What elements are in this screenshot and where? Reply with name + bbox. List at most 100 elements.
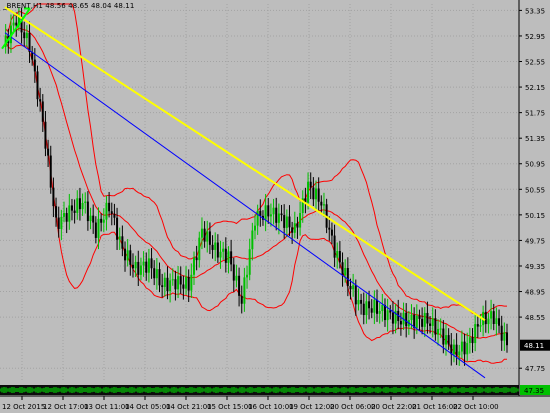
candle-body — [264, 205, 267, 220]
candle-body — [277, 213, 280, 223]
candle-body — [322, 204, 325, 206]
candle-body — [206, 231, 209, 242]
candle-body — [479, 325, 482, 327]
candle-body — [28, 32, 31, 53]
candle-body — [357, 299, 360, 305]
candle-body — [70, 205, 73, 211]
candle-body — [97, 218, 100, 238]
candle-body — [52, 187, 55, 207]
candle-body — [227, 251, 230, 263]
candle-body — [293, 223, 296, 233]
indicator-strip — [0, 385, 519, 395]
price-tick-label: 48.55 — [525, 314, 545, 322]
candle-body — [275, 207, 278, 223]
candle-body — [291, 227, 294, 233]
candle-body — [376, 299, 379, 314]
candle-body — [47, 148, 50, 156]
candle-body — [163, 277, 166, 287]
price-axis: 53.35 52.95 52.55 52.15 51.75 51.35 50.95 50.55… — [518, 0, 550, 396]
candle-body — [256, 210, 259, 226]
candle-body — [429, 323, 432, 326]
price-tick-label: 48.95 — [525, 289, 545, 297]
candle-body — [309, 181, 312, 188]
candle-body — [219, 251, 222, 258]
candle-body — [23, 32, 26, 39]
candle-body — [76, 198, 79, 213]
candle-body — [134, 261, 137, 269]
candle-body — [118, 236, 121, 240]
time-tick-label: 16 Oct 10:00 — [248, 403, 294, 411]
candle-body — [503, 332, 506, 341]
candle-body — [336, 251, 339, 258]
chart-canvas[interactable]: 53.35 52.95 52.55 52.15 51.75 51.35 50.95 50.55… — [0, 0, 550, 413]
candle-body — [89, 215, 92, 222]
candle-body — [230, 251, 233, 265]
candle-body — [259, 210, 262, 216]
candle-body — [460, 341, 463, 352]
candle-body — [285, 216, 288, 228]
candle-body — [280, 213, 283, 216]
candle-body — [490, 311, 493, 319]
candle-body — [492, 311, 495, 324]
candle-body — [110, 211, 113, 214]
symbol-header: _BRENT,H1 48.56 48.65 48.04 48.11 — [3, 2, 135, 10]
candle-body — [288, 216, 291, 228]
candle-body — [352, 285, 355, 290]
time-tick-label: 12 Oct 2015 — [2, 403, 45, 411]
candle-body — [121, 236, 124, 249]
price-tick-label: 49.35 — [525, 263, 545, 271]
candle-body — [405, 312, 408, 327]
candle-body — [269, 214, 272, 217]
candle-body — [166, 277, 169, 292]
candle-body — [145, 261, 148, 273]
candle-body — [468, 337, 471, 344]
candle-body — [248, 249, 251, 275]
yellow-trendline[interactable] — [4, 6, 486, 322]
candle-body — [383, 305, 386, 321]
price-tick-label: 50.55 — [525, 186, 545, 194]
time-tick-label: 20 Oct 06:00 — [330, 403, 376, 411]
time-axis: 12 Oct 201512 Oct 17:0013 Oct 11:0014 Oc… — [0, 395, 550, 411]
candle-body — [190, 274, 193, 291]
candle-body — [174, 279, 177, 290]
candle-body — [86, 201, 89, 222]
candle-body — [211, 244, 214, 250]
candle-body — [238, 275, 241, 296]
candle-body — [92, 215, 95, 223]
candle-body — [426, 312, 429, 324]
candle-body — [81, 202, 84, 210]
candle-body — [100, 218, 103, 223]
candle-body — [283, 215, 286, 228]
price-tick-label: 49.75 — [525, 237, 545, 245]
price-tick-label: 51.75 — [525, 110, 545, 118]
time-tick-label: 15 Oct 15:00 — [207, 403, 253, 411]
candle-body — [78, 198, 81, 210]
candle-body — [474, 324, 477, 344]
candle-body — [36, 71, 39, 100]
price-tick-label: 47.75 — [525, 365, 545, 373]
candle-body — [102, 219, 105, 223]
candle-body — [444, 335, 447, 345]
candle-body — [84, 201, 87, 203]
candle-body — [452, 344, 455, 355]
candle-body — [267, 205, 270, 217]
middle-band — [5, 27, 507, 339]
candle-body — [214, 242, 217, 250]
time-tick-label: 14 Oct 05:00 — [125, 403, 171, 411]
candle-body — [105, 202, 108, 220]
candle-body — [161, 285, 164, 287]
price-chart[interactable]: 53.35 52.95 52.55 52.15 51.75 51.35 50.95 50.55… — [0, 0, 550, 413]
candle-body — [108, 202, 111, 212]
candle-body — [368, 301, 371, 309]
candle-body — [381, 305, 384, 312]
candle-body — [126, 250, 129, 261]
time-tick-label: 12 Oct 17:00 — [43, 403, 89, 411]
candle-body — [484, 311, 487, 325]
candle-body — [399, 321, 402, 325]
candle-body — [153, 268, 156, 279]
candle-body — [155, 269, 158, 279]
candle-body — [177, 276, 180, 290]
candle-body — [57, 217, 60, 229]
candle-body — [254, 225, 256, 231]
price-tick-label: 53.35 — [525, 7, 545, 15]
